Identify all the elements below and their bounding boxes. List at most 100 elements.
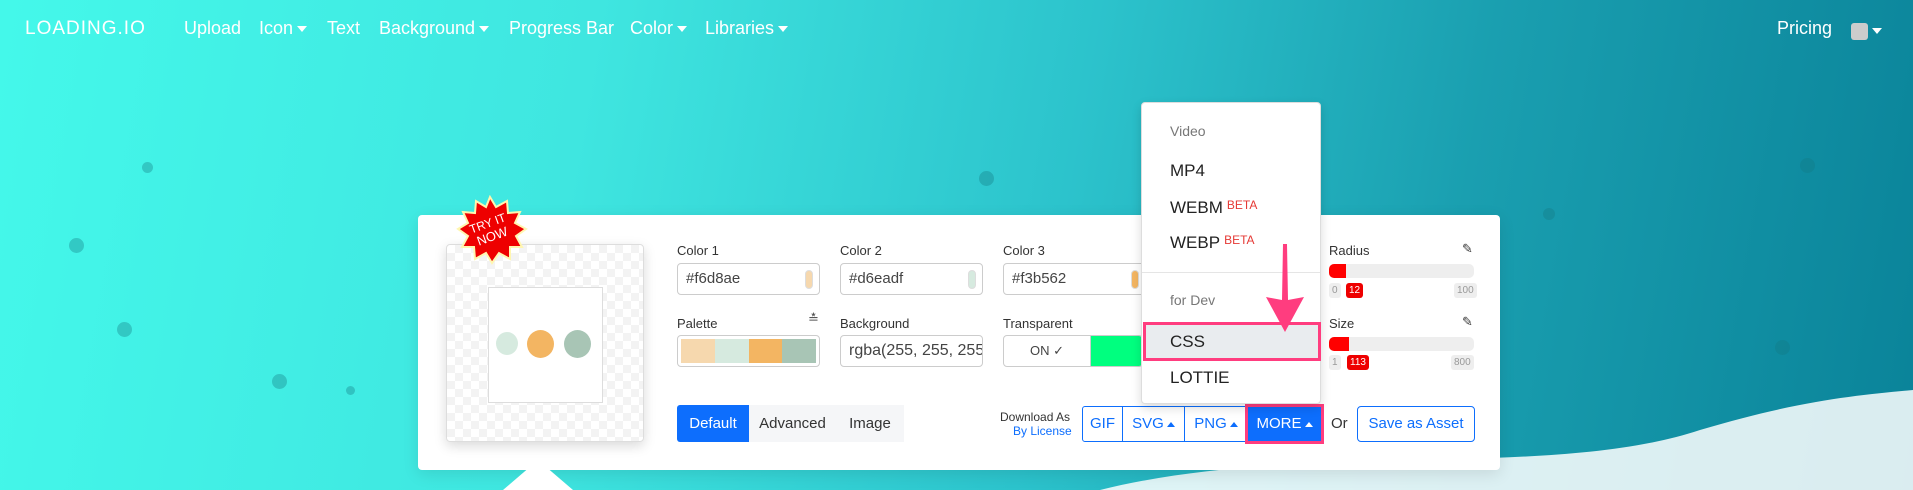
- transparent-value: ON: [1029, 343, 1050, 358]
- nav-upload[interactable]: Upload: [184, 18, 241, 39]
- color3-input[interactable]: #f3b562: [1003, 263, 1146, 295]
- more-label: MORE: [1256, 415, 1302, 432]
- bg-dot: [979, 171, 994, 186]
- menu-item-webm[interactable]: WEBM BETA: [1170, 198, 1257, 218]
- menu-item-mp4[interactable]: MP4: [1170, 161, 1205, 181]
- radius-edit-icon[interactable]: ✎: [1462, 241, 1473, 257]
- caret-down-icon: [1872, 28, 1882, 35]
- radius-min: 0: [1329, 283, 1341, 298]
- svg-label: SVG: [1132, 415, 1164, 432]
- menu-item-lottie[interactable]: LOTTIE: [1170, 368, 1230, 388]
- png-button[interactable]: PNG: [1184, 406, 1248, 442]
- or-label: Or: [1331, 415, 1348, 432]
- size-label: Size: [1329, 316, 1355, 331]
- size-edit-icon[interactable]: ✎: [1462, 314, 1473, 330]
- caret-down-icon: [297, 26, 308, 33]
- bg-dot: [69, 238, 84, 253]
- preview-pointer: [503, 460, 573, 490]
- webp-label: WEBP: [1170, 233, 1221, 252]
- preview-dot: [527, 330, 554, 358]
- nav-label: Progress Bar: [509, 18, 615, 38]
- size-slider[interactable]: [1329, 337, 1474, 351]
- nav-color[interactable]: Color: [630, 18, 688, 39]
- color2-swatch[interactable]: [968, 270, 976, 289]
- radius-value: 12: [1346, 283, 1364, 298]
- transparent-label: Transparent: [1003, 316, 1073, 331]
- bg-dot: [1775, 340, 1790, 355]
- nav-label: Text: [327, 18, 361, 38]
- caret-down-icon: [778, 26, 789, 33]
- radius-fill: [1329, 264, 1347, 278]
- color3-label: Color 3: [1003, 243, 1045, 258]
- palette-expand-icon[interactable]: ≛: [808, 311, 819, 327]
- user-menu[interactable]: [1851, 20, 1882, 41]
- size-fill: [1329, 337, 1350, 351]
- caret-down-icon: [479, 26, 490, 33]
- tab-default[interactable]: Default: [677, 405, 749, 442]
- nav-progress-bar[interactable]: Progress Bar: [509, 18, 614, 39]
- nav-label: Upload: [184, 18, 242, 38]
- radius-slider[interactable]: [1329, 264, 1474, 278]
- caret-down-icon: [677, 26, 688, 33]
- png-label: PNG: [1194, 415, 1227, 432]
- bg-dot: [1800, 158, 1815, 173]
- logo[interactable]: LOADING.IO: [25, 18, 146, 40]
- transparent-on[interactable]: ON ✓: [1004, 336, 1091, 366]
- preview-dot: [564, 330, 591, 358]
- color2-value: #d6eadf: [849, 270, 904, 287]
- menu-header-for-dev: for Dev: [1170, 292, 1216, 308]
- size-min: 1: [1329, 355, 1341, 370]
- caret-up-icon: [1229, 421, 1238, 427]
- nav-background[interactable]: Background: [379, 18, 490, 39]
- nav-icon[interactable]: Icon: [259, 18, 308, 39]
- gif-label: GIF: [1090, 415, 1115, 432]
- download-as-label: Download As: [1000, 410, 1071, 424]
- color3-value: #f3b562: [1012, 270, 1067, 287]
- nav-text[interactable]: Text: [327, 18, 360, 39]
- tab-image[interactable]: Image: [836, 405, 904, 442]
- css-label: CSS: [1170, 332, 1205, 351]
- caret-up-icon: [1304, 421, 1313, 427]
- gif-button[interactable]: GIF: [1082, 406, 1123, 442]
- palette-swatch: [782, 339, 816, 363]
- try-it-now-badge: TRY IT NOW: [456, 195, 528, 265]
- by-license-link[interactable]: By License: [1013, 424, 1072, 438]
- transparent-color[interactable]: [1091, 336, 1142, 366]
- bg-dot: [142, 162, 153, 173]
- nav-label: Icon: [259, 18, 294, 38]
- color3-swatch[interactable]: [1131, 270, 1139, 289]
- size-value: 113: [1347, 355, 1369, 370]
- palette-picker[interactable]: [677, 335, 820, 367]
- nav-libraries[interactable]: Libraries: [705, 18, 789, 39]
- preview-dot: [496, 332, 518, 355]
- background-value: rgba(255, 255, 255: [849, 342, 983, 359]
- color1-value: #f6d8ae: [686, 270, 741, 287]
- menu-item-webp[interactable]: WEBP BETA: [1170, 233, 1255, 253]
- more-button[interactable]: MORE: [1245, 404, 1324, 444]
- transparent-toggle[interactable]: ON ✓: [1003, 335, 1143, 367]
- nav-label: Libraries: [705, 18, 775, 38]
- color1-swatch[interactable]: [805, 270, 813, 289]
- size-max: 800: [1451, 355, 1474, 370]
- background-label: Background: [840, 316, 910, 331]
- background-input[interactable]: rgba(255, 255, 255: [840, 335, 983, 367]
- palette-label: Palette: [677, 316, 718, 331]
- avatar: [1851, 22, 1868, 40]
- bg-dot: [346, 386, 355, 395]
- bg-dot: [1543, 208, 1555, 220]
- bg-dot: [117, 322, 132, 337]
- color1-input[interactable]: #f6d8ae: [677, 263, 820, 295]
- beta-badge: BETA: [1226, 198, 1258, 212]
- save-as-asset-button[interactable]: Save as Asset: [1357, 406, 1475, 442]
- webm-label: WEBM: [1170, 198, 1223, 217]
- color2-input[interactable]: #d6eadf: [840, 263, 983, 295]
- caret-up-icon: [1166, 421, 1175, 427]
- svg-button[interactable]: SVG: [1122, 406, 1185, 442]
- color2-label: Color 2: [840, 243, 882, 258]
- color1-label: Color 1: [677, 243, 719, 258]
- palette-swatch: [748, 339, 783, 363]
- palette-swatch: [681, 339, 715, 363]
- tab-advanced[interactable]: Advanced: [749, 405, 836, 442]
- palette-swatch: [714, 339, 749, 363]
- nav-pricing[interactable]: Pricing: [1777, 18, 1832, 39]
